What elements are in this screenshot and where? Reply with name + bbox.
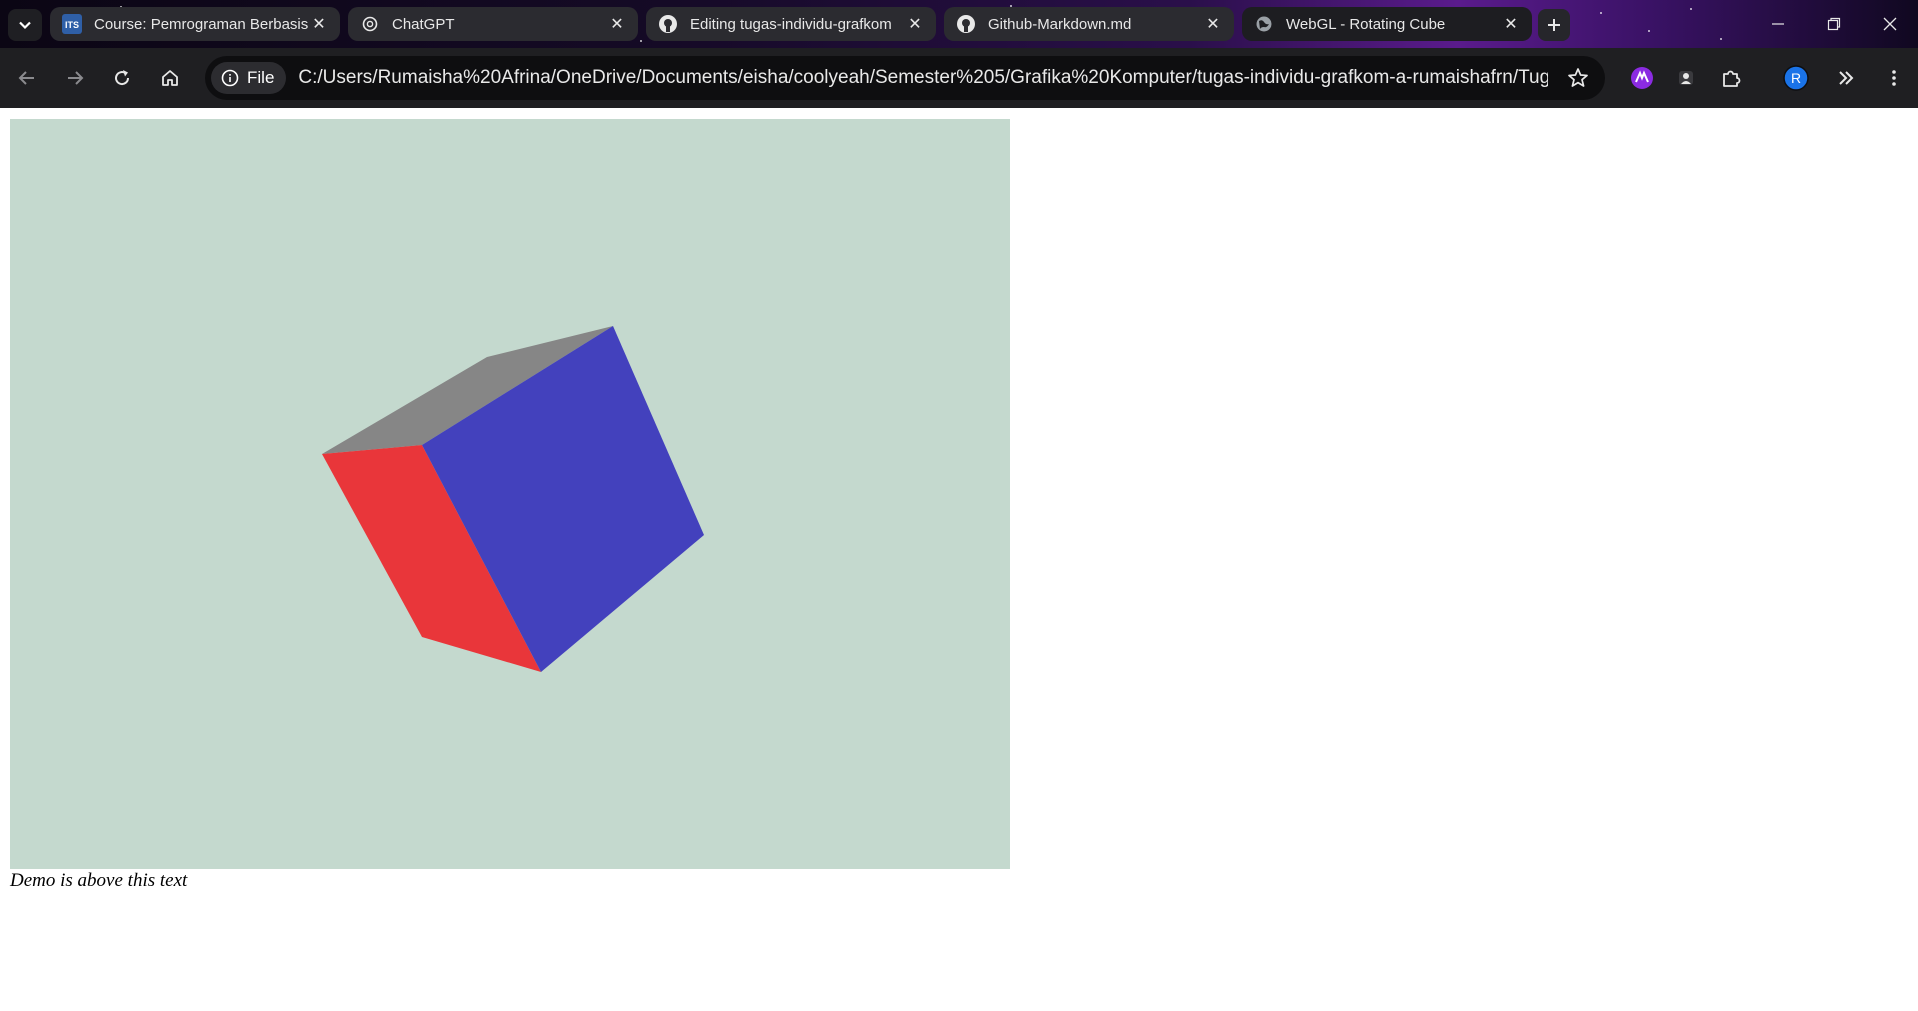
browser-toolbar: File C:/Users/Rumaisha%20Afrina/OneDrive… — [0, 48, 1918, 108]
tab-title: Github-Markdown.md — [988, 15, 1132, 33]
close-icon[interactable]: ✕ — [1202, 13, 1224, 35]
security-chip-label: File — [247, 68, 275, 87]
restore-icon — [1827, 17, 1841, 31]
arrow-left-icon — [18, 71, 34, 85]
chevron-down-icon — [19, 21, 31, 30]
back-button[interactable] — [11, 62, 43, 94]
tab-title: Course: Pemrograman Berbasis — [94, 15, 308, 33]
info-icon — [221, 69, 239, 87]
close-icon[interactable]: ✕ — [308, 13, 330, 35]
kebab-menu-icon — [1892, 70, 1896, 86]
home-button[interactable] — [154, 62, 186, 94]
person-extension-icon — [1679, 71, 1693, 85]
svg-text:ITS: ITS — [65, 20, 79, 30]
tab-title: WebGL - Rotating Cube — [1286, 15, 1446, 33]
tab-title: ChatGPT — [392, 15, 455, 33]
site-info-chip[interactable]: File — [211, 62, 287, 94]
close-icon[interactable]: ✕ — [904, 13, 926, 35]
tab-webgl-rotating-cube[interactable]: WebGL - Rotating Cube ✕ — [1242, 7, 1532, 41]
double-chevron-right-icon — [1839, 71, 1854, 85]
github-icon — [658, 14, 678, 34]
tab-editing-repo[interactable]: Editing tugas-individu-grafkom ✕ — [646, 7, 936, 41]
minimize-button[interactable] — [1750, 0, 1806, 48]
menu-button[interactable] — [1878, 62, 1910, 94]
address-bar[interactable]: File C:/Users/Rumaisha%20Afrina/OneDrive… — [205, 56, 1605, 100]
tab-search-button[interactable] — [8, 9, 42, 41]
globe-icon — [1254, 14, 1274, 34]
reload-button[interactable] — [106, 62, 138, 94]
webgl-canvas[interactable] — [10, 119, 1010, 869]
star-icon — [1568, 68, 1588, 87]
bookmark-button[interactable] — [1567, 67, 1589, 89]
extensions-button[interactable] — [1715, 62, 1747, 94]
more-tools-button[interactable] — [1830, 62, 1862, 94]
rotating-cube — [322, 326, 704, 672]
close-icon[interactable]: ✕ — [606, 13, 628, 35]
close-icon — [1883, 17, 1897, 31]
new-tab-button[interactable] — [1538, 9, 1570, 41]
extension-ai-icon — [1631, 67, 1653, 89]
tab-strip: ITS Course: Pemrograman Berbasis ✕ ChatG… — [0, 0, 1918, 48]
tab-chatgpt[interactable]: ChatGPT ✕ — [348, 7, 638, 41]
its-icon: ITS — [62, 14, 82, 34]
profile-button[interactable]: R — [1780, 62, 1812, 94]
extension-button-ai[interactable] — [1626, 62, 1658, 94]
profile-initial: R — [1790, 70, 1802, 86]
url-text[interactable]: C:/Users/Rumaisha%20Afrina/OneDrive/Docu… — [298, 67, 1548, 89]
restore-button[interactable] — [1806, 0, 1862, 48]
close-window-button[interactable] — [1862, 0, 1918, 48]
plus-icon — [1548, 19, 1560, 31]
home-icon — [162, 70, 178, 86]
reload-icon — [115, 70, 130, 86]
tab-title: Editing tugas-individu-grafkom — [690, 15, 892, 33]
tab-github-markdown[interactable]: Github-Markdown.md ✕ — [944, 7, 1234, 41]
close-icon[interactable]: ✕ — [1500, 13, 1522, 35]
tab-course[interactable]: ITS Course: Pemrograman Berbasis ✕ — [50, 7, 340, 41]
github-icon — [956, 14, 976, 34]
extension-button-person[interactable] — [1670, 62, 1702, 94]
arrow-right-icon — [68, 71, 84, 85]
forward-button[interactable] — [59, 62, 91, 94]
demo-caption: Demo is above this text — [10, 870, 188, 891]
minimize-icon — [1772, 23, 1784, 25]
puzzle-icon — [1723, 70, 1741, 87]
chatgpt-icon — [360, 14, 380, 34]
